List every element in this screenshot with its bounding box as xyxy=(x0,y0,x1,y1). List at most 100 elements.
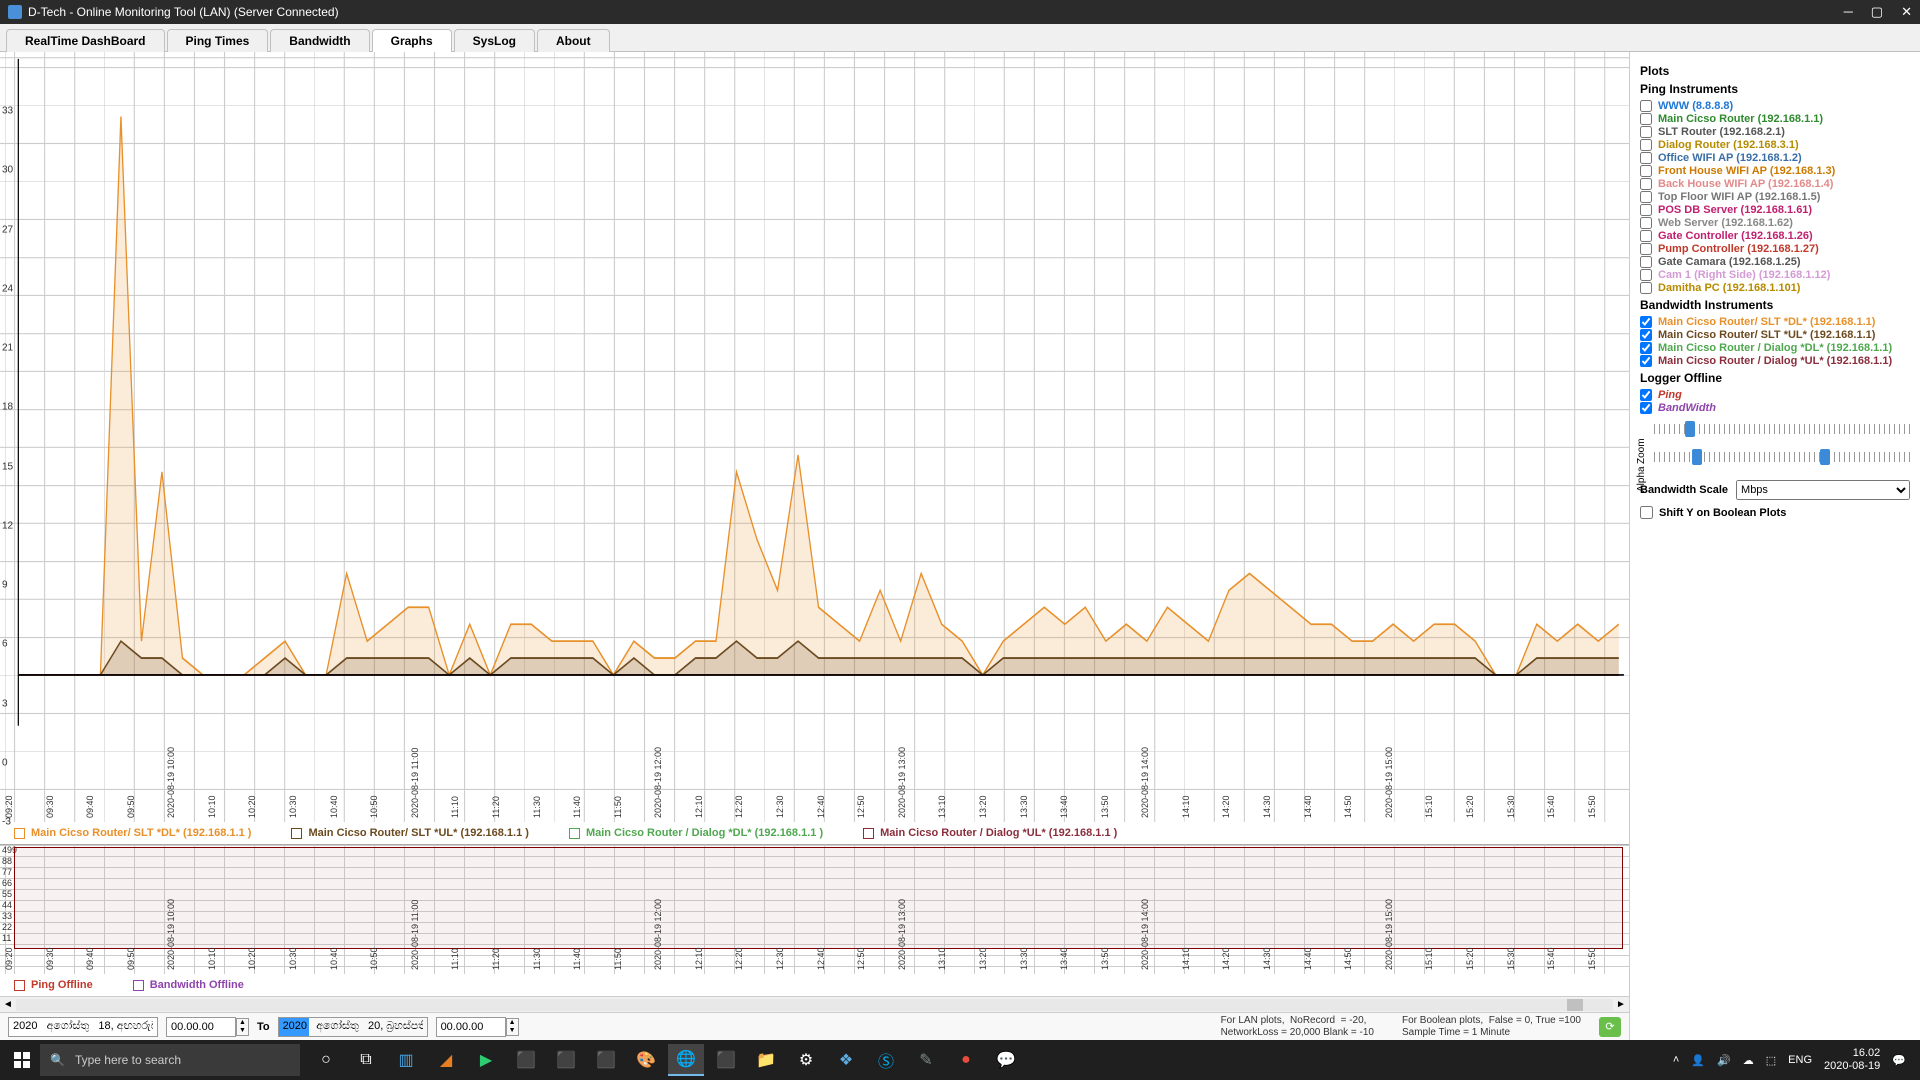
taskbar-app-6[interactable]: ⬛ xyxy=(588,1044,624,1076)
from-time-up[interactable]: ▲ xyxy=(237,1019,248,1027)
bandwidth-instrument-item: Main Cicso Router/ SLT *UL* (192.168.1.1… xyxy=(1640,329,1910,341)
taskbar-app-chrome[interactable]: 🌐 xyxy=(668,1044,704,1076)
taskbar-app-9[interactable]: ❖ xyxy=(828,1044,864,1076)
to-time-input[interactable] xyxy=(436,1017,506,1037)
tray-clock[interactable]: 16.02 2020-08-19 xyxy=(1824,1047,1880,1073)
taskbar-app-10[interactable]: ✎ xyxy=(908,1044,944,1076)
ping-instrument-checkbox[interactable] xyxy=(1640,243,1652,255)
tab-ping-times[interactable]: Ping Times xyxy=(167,29,269,52)
tab-syslog[interactable]: SysLog xyxy=(454,29,535,52)
tray-people-icon[interactable]: 👤 xyxy=(1691,1054,1705,1067)
logger-item: Ping xyxy=(1640,389,1910,401)
bandwidth-instrument-checkbox[interactable] xyxy=(1640,342,1652,354)
to-time-up[interactable]: ▲ xyxy=(507,1019,518,1027)
taskbar: 🔍 Type here to search ○ ⧉ ▥ ◢ ▶ ⬛ ⬛ ⬛ 🎨 … xyxy=(0,1040,1920,1080)
ping-instrument-checkbox[interactable] xyxy=(1640,165,1652,177)
bandwidth-instrument-checkbox[interactable] xyxy=(1640,355,1652,367)
ping-instrument-label: Cam 1 (Right Side) (192.168.1.12) xyxy=(1658,269,1830,281)
scroll-left-arrow[interactable]: ◄ xyxy=(0,999,16,1010)
app-icon xyxy=(8,5,22,19)
scroll-thumb[interactable] xyxy=(1567,999,1583,1011)
ping-instrument-checkbox[interactable] xyxy=(1640,100,1652,112)
taskbar-app-skype[interactable]: Ⓢ xyxy=(868,1044,904,1076)
main-chart[interactable]: -303691215182124273033 09:2009:3009:4009… xyxy=(0,52,1629,822)
tray-chevron-icon[interactable]: ˄ xyxy=(1673,1054,1679,1066)
logger-checkbox[interactable] xyxy=(1640,402,1652,414)
refresh-button[interactable]: ⟳ xyxy=(1599,1017,1621,1037)
alpha-slider[interactable] xyxy=(1654,452,1910,462)
ping-instrument-checkbox[interactable] xyxy=(1640,178,1652,190)
legend-item[interactable]: Main Cicso Router / Dialog *UL* (192.168… xyxy=(863,827,1117,839)
bandwidth-instrument-item: Main Cicso Router / Dialog *UL* (192.168… xyxy=(1640,355,1910,367)
overview-legend-item[interactable]: Ping Offline xyxy=(14,979,93,991)
ping-instrument-item: Damitha PC (192.168.1.101) xyxy=(1640,282,1910,294)
bandwidth-scale-select[interactable]: Mbps xyxy=(1736,480,1910,500)
tab-bandwidth[interactable]: Bandwidth xyxy=(270,29,369,52)
horizontal-scrollbar[interactable]: ◄ ► xyxy=(0,996,1629,1012)
ping-instrument-label: Pump Controller (192.168.1.27) xyxy=(1658,243,1819,255)
tray-notifications-icon[interactable]: 💬 xyxy=(1892,1054,1906,1067)
bandwidth-instrument-checkbox[interactable] xyxy=(1640,329,1652,341)
ping-instrument-checkbox[interactable] xyxy=(1640,269,1652,281)
ping-instrument-checkbox[interactable] xyxy=(1640,204,1652,216)
ping-instrument-checkbox[interactable] xyxy=(1640,230,1652,242)
ping-instrument-item: Front House WIFI AP (192.168.1.3) xyxy=(1640,165,1910,177)
from-time-input[interactable] xyxy=(166,1017,236,1037)
ping-instrument-checkbox[interactable] xyxy=(1640,217,1652,229)
tray-language[interactable]: ENG xyxy=(1788,1054,1812,1066)
tab-graphs[interactable]: Graphs xyxy=(372,29,452,52)
taskbar-app-11[interactable]: ● xyxy=(948,1044,984,1076)
legend-item[interactable]: Main Cicso Router/ SLT *DL* (192.168.1.1… xyxy=(14,827,251,839)
ping-instrument-checkbox[interactable] xyxy=(1640,152,1652,164)
shift-y-checkbox[interactable] xyxy=(1640,506,1653,519)
from-time-down[interactable]: ▼ xyxy=(237,1027,248,1035)
ping-instrument-checkbox[interactable] xyxy=(1640,282,1652,294)
tray-cloud-icon[interactable]: ☁ xyxy=(1743,1054,1754,1067)
start-button[interactable] xyxy=(4,1044,40,1076)
logger-item: BandWidth xyxy=(1640,402,1910,414)
ping-instrument-label: Top Floor WIFI AP (192.168.1.5) xyxy=(1658,191,1820,203)
close-button[interactable]: ✕ xyxy=(1901,4,1912,20)
side-panel: Plots Ping Instruments WWW (8.8.8.8)Main… xyxy=(1630,52,1920,1040)
task-view-icon[interactable]: ⧉ xyxy=(348,1044,384,1076)
scroll-right-arrow[interactable]: ► xyxy=(1613,999,1629,1010)
ping-instrument-label: POS DB Server (192.168.1.61) xyxy=(1658,204,1812,216)
footer-info-bool: For Boolean plots, False = 0, True =100 … xyxy=(1402,1015,1581,1039)
taskbar-app-steam[interactable]: ⚙ xyxy=(788,1044,824,1076)
ping-instrument-label: Gate Controller (192.168.1.26) xyxy=(1658,230,1813,242)
taskbar-app-1[interactable]: ▥ xyxy=(388,1044,424,1076)
taskbar-app-whatsapp[interactable]: 💬 xyxy=(988,1044,1024,1076)
zoom-slider[interactable] xyxy=(1654,424,1910,434)
tray-volume-icon[interactable]: 🔊 xyxy=(1717,1054,1731,1067)
ping-instrument-checkbox[interactable] xyxy=(1640,139,1652,151)
from-date-input[interactable] xyxy=(8,1017,158,1037)
taskbar-app-7[interactable]: 🎨 xyxy=(628,1044,664,1076)
maximize-button[interactable]: ▢ xyxy=(1871,4,1883,20)
overview-selection[interactable] xyxy=(14,847,1623,949)
tab-realtime-dashboard[interactable]: RealTime DashBoard xyxy=(6,29,165,52)
taskbar-app-5[interactable]: ⬛ xyxy=(548,1044,584,1076)
bandwidth-instrument-checkbox[interactable] xyxy=(1640,316,1652,328)
shift-y-label: Shift Y on Boolean Plots xyxy=(1659,507,1786,519)
to-date-input[interactable] xyxy=(278,1017,428,1037)
tray-network-icon[interactable]: ⬚ xyxy=(1766,1054,1776,1067)
ping-instrument-checkbox[interactable] xyxy=(1640,256,1652,268)
taskbar-app-3[interactable]: ▶ xyxy=(468,1044,504,1076)
minimize-button[interactable]: ─ xyxy=(1844,4,1853,20)
logger-checkbox[interactable] xyxy=(1640,389,1652,401)
taskbar-search[interactable]: 🔍 Type here to search xyxy=(40,1044,300,1076)
to-time-down[interactable]: ▼ xyxy=(507,1027,518,1035)
ping-instrument-checkbox[interactable] xyxy=(1640,113,1652,125)
cortana-icon[interactable]: ○ xyxy=(308,1044,344,1076)
overview-legend-item[interactable]: Bandwidth Offline xyxy=(133,979,244,991)
ping-instrument-checkbox[interactable] xyxy=(1640,191,1652,203)
legend-item[interactable]: Main Cicso Router / Dialog *DL* (192.168… xyxy=(569,827,823,839)
taskbar-app-8[interactable]: ⬛ xyxy=(708,1044,744,1076)
taskbar-app-4[interactable]: ⬛ xyxy=(508,1044,544,1076)
taskbar-app-explorer[interactable]: 📁 xyxy=(748,1044,784,1076)
overview-chart[interactable]: 4998877665544332211 09:2009:3009:4009:50… xyxy=(0,844,1629,974)
ping-instrument-checkbox[interactable] xyxy=(1640,126,1652,138)
tab-about[interactable]: About xyxy=(537,29,610,52)
legend-item[interactable]: Main Cicso Router/ SLT *UL* (192.168.1.1… xyxy=(291,827,528,839)
taskbar-app-2[interactable]: ◢ xyxy=(428,1044,464,1076)
